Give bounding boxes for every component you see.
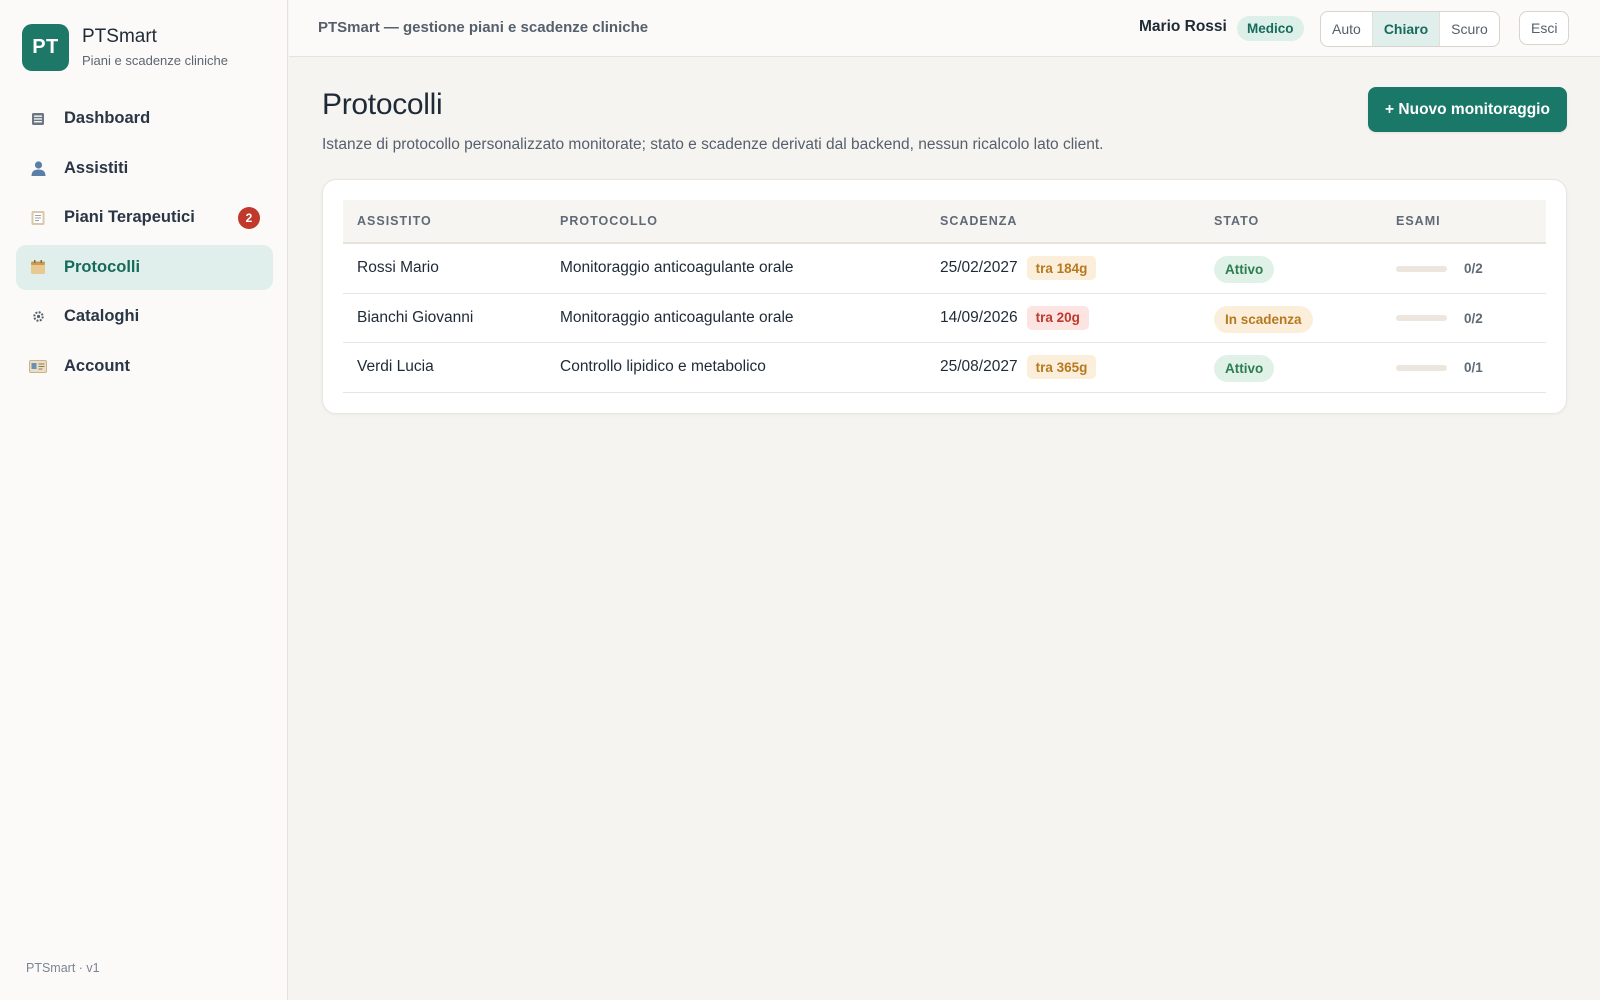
exams-progress-bar bbox=[1396, 315, 1447, 321]
table-row[interactable]: Verdi Lucia Controllo lipidico e metabol… bbox=[343, 343, 1546, 393]
table-row[interactable]: Bianchi Giovanni Monitoraggio anticoagul… bbox=[343, 294, 1546, 343]
protocol-name: Monitoraggio anticoagulante orale bbox=[560, 308, 794, 326]
new-monitoring-button[interactable]: + Nuovo monitoraggio bbox=[1368, 87, 1567, 132]
table-row[interactable]: Rossi Mario Monitoraggio anticoagulante … bbox=[343, 244, 1546, 294]
sidebar-item-label: Dashboard bbox=[64, 109, 151, 127]
exams-cell: 0/2 bbox=[1396, 261, 1483, 276]
patient-name[interactable]: Bianchi Giovanni bbox=[357, 309, 473, 327]
exams-count: 0/1 bbox=[1464, 360, 1483, 375]
brand-subtitle: Piani e scadenze cliniche bbox=[82, 52, 228, 68]
sidebar-item-label: Piani Terapeutici bbox=[64, 208, 195, 226]
exams-cell: 0/2 bbox=[1396, 311, 1483, 326]
theme-option-auto[interactable]: Auto bbox=[1321, 12, 1373, 46]
due-date: 25/08/2027 bbox=[940, 358, 1018, 375]
theme-option-chiaro[interactable]: Chiaro bbox=[1372, 12, 1441, 46]
gear-icon bbox=[28, 307, 48, 327]
exams-count: 0/2 bbox=[1464, 310, 1483, 326]
brand-name: PTSmart bbox=[82, 25, 157, 47]
sidebar-item-label: Assistiti bbox=[64, 158, 129, 177]
sidebar-item-piani-terapeutici[interactable]: Piani Terapeutici 2 bbox=[16, 195, 273, 240]
exams-progress-bar bbox=[1396, 265, 1447, 272]
due-countdown-chip: tra 20g bbox=[1026, 305, 1089, 330]
sidebar-item-cataloghi[interactable]: Cataloghi bbox=[16, 294, 273, 339]
sidebar: PT PTSmart Piani e scadenze cliniche Das… bbox=[0, 0, 288, 1000]
sidebar-nav: Dashboard Assistiti Piani Terapeutici 2 … bbox=[16, 96, 273, 393]
due-date-cell: 25/08/2027 tra 365g bbox=[940, 355, 1097, 379]
user-name: Mario Rossi bbox=[1139, 18, 1227, 35]
topbar-title: PTSmart — gestione piani e scadenze clin… bbox=[318, 19, 649, 36]
column-header-assistito[interactable]: ASSISTITO bbox=[357, 214, 432, 228]
person-icon bbox=[28, 158, 48, 178]
due-date: 25/02/2027 bbox=[940, 259, 1018, 276]
exams-cell: 0/1 bbox=[1396, 360, 1483, 375]
sidebar-item-label: Account bbox=[64, 356, 130, 375]
column-header-protocollo[interactable]: PROTOCOLLO bbox=[560, 214, 658, 228]
calendar-icon bbox=[28, 257, 48, 277]
notification-badge: 2 bbox=[238, 207, 260, 229]
sidebar-item-dashboard[interactable]: Dashboard bbox=[16, 96, 273, 141]
brand-logo: PT bbox=[22, 24, 69, 71]
sidebar-item-account[interactable]: Account bbox=[16, 344, 273, 389]
sidebar-item-label: Cataloghi bbox=[64, 307, 140, 325]
column-header-stato[interactable]: STATO bbox=[1214, 214, 1259, 228]
protocols-card: ASSISTITO PROTOCOLLO SCADENZA STATO ESAM… bbox=[322, 179, 1567, 414]
exams-progress-bar bbox=[1396, 364, 1447, 371]
column-header-scadenza[interactable]: SCADENZA bbox=[940, 214, 1017, 228]
sidebar-item-assistiti[interactable]: Assistiti bbox=[16, 146, 273, 191]
dashboard-icon bbox=[28, 109, 48, 129]
protocols-table: ASSISTITO PROTOCOLLO SCADENZA STATO ESAM… bbox=[343, 200, 1546, 393]
due-countdown-chip: tra 184g bbox=[1026, 256, 1097, 280]
status-badge: Attivo bbox=[1214, 355, 1275, 382]
due-date: 14/09/2026 bbox=[940, 308, 1018, 326]
column-header-esami[interactable]: ESAMI bbox=[1396, 214, 1441, 228]
id-card-icon bbox=[28, 356, 48, 376]
exams-count: 0/2 bbox=[1464, 261, 1483, 276]
status-badge: In scadenza bbox=[1214, 305, 1313, 333]
page-description: Istanze di protocollo personalizzato mon… bbox=[322, 136, 1104, 153]
sidebar-item-label: Protocolli bbox=[64, 257, 141, 276]
clipboard-icon bbox=[28, 208, 48, 228]
theme-option-scuro[interactable]: Scuro bbox=[1440, 12, 1499, 46]
role-badge: Medico bbox=[1237, 16, 1304, 41]
protocol-name: Controllo lipidico e metabolico bbox=[560, 358, 766, 375]
brand: PT PTSmart Piani e scadenze cliniche bbox=[22, 24, 228, 71]
due-countdown-chip: tra 365g bbox=[1026, 355, 1097, 379]
page-title: Protocolli bbox=[322, 88, 443, 121]
sidebar-item-protocolli[interactable]: Protocolli bbox=[16, 244, 273, 290]
topbar: PTSmart — gestione piani e scadenze clin… bbox=[289, 0, 1600, 57]
patient-name[interactable]: Verdi Lucia bbox=[357, 358, 434, 376]
status-badge: Attivo bbox=[1214, 256, 1275, 283]
table-header: ASSISTITO PROTOCOLLO SCADENZA STATO ESAM… bbox=[343, 200, 1546, 244]
due-date-cell: 25/02/2027 tra 184g bbox=[940, 256, 1097, 280]
logout-button[interactable]: Esci bbox=[1519, 11, 1570, 45]
due-date-cell: 14/09/2026 tra 20g bbox=[940, 305, 1089, 330]
patient-name[interactable]: Rossi Mario bbox=[357, 259, 439, 277]
protocol-name: Monitoraggio anticoagulante orale bbox=[560, 259, 794, 276]
sidebar-footer: PTSmart · v1 bbox=[26, 961, 100, 975]
theme-toggle: Auto Chiaro Scuro bbox=[1320, 11, 1500, 47]
